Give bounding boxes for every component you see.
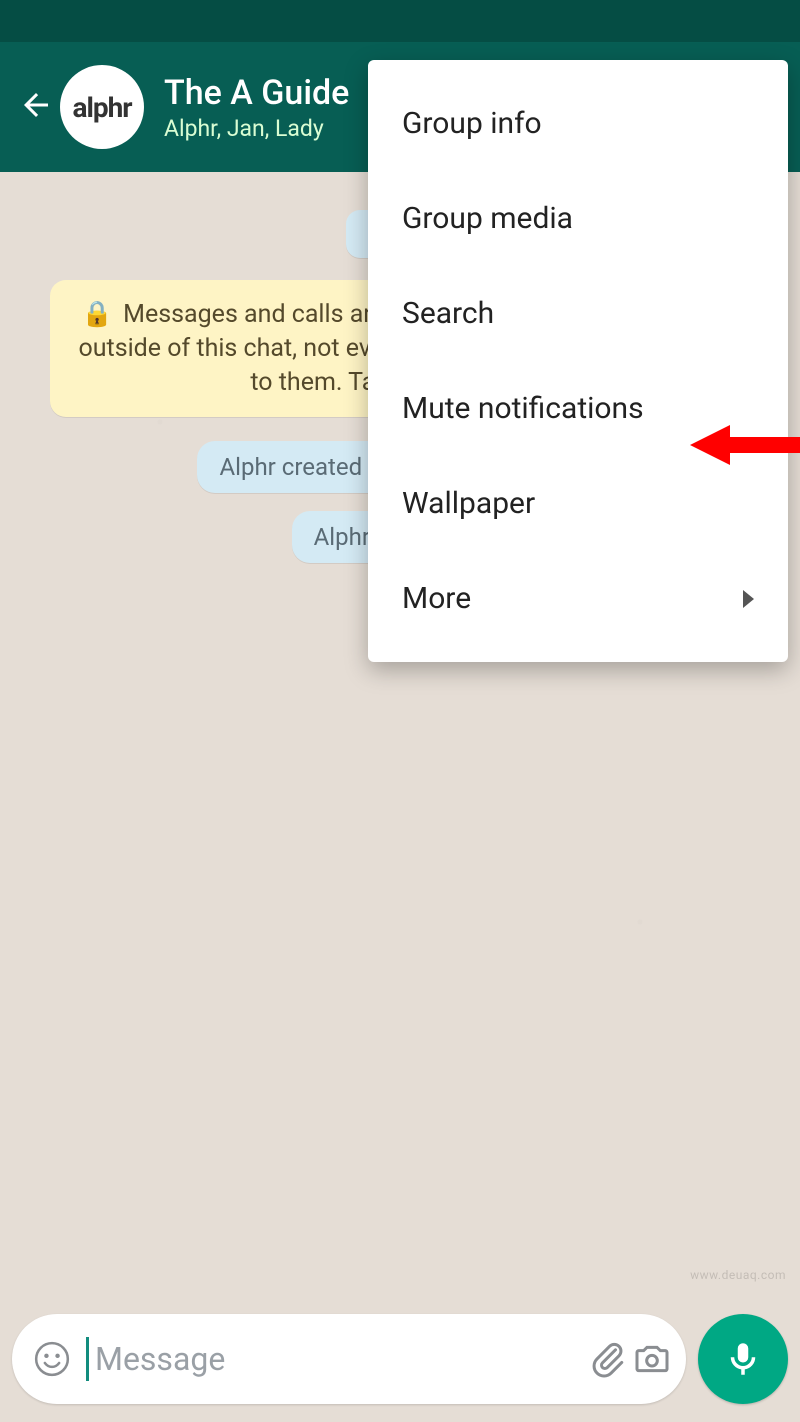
menu-item-label: Group info <box>402 106 542 141</box>
message-input[interactable]: Message <box>86 1337 586 1381</box>
composer-bar: Message <box>12 1314 788 1404</box>
mic-icon <box>722 1338 764 1380</box>
title-block[interactable]: The A Guide Alphr, Jan, Lady <box>164 73 349 142</box>
menu-item-group-info[interactable]: Group info <box>368 76 788 171</box>
voice-record-button[interactable] <box>698 1314 788 1404</box>
overflow-menu: Group info Group media Search Mute notif… <box>368 60 788 662</box>
emoji-icon[interactable] <box>30 1337 74 1381</box>
message-composer[interactable]: Message <box>12 1314 686 1404</box>
menu-item-label: More <box>402 581 471 616</box>
chat-title: The A Guide <box>164 73 349 113</box>
watermark-text: www.deuaq.com <box>690 1268 786 1282</box>
menu-item-label: Mute notifications <box>402 391 644 426</box>
menu-item-search[interactable]: Search <box>368 266 788 361</box>
menu-item-label: Search <box>402 296 494 331</box>
status-bar <box>0 0 800 42</box>
lock-icon: 🔒 <box>82 300 113 329</box>
menu-item-label: Group media <box>402 201 573 236</box>
menu-item-more[interactable]: More <box>368 551 788 646</box>
avatar-text: alphr <box>72 91 131 124</box>
chat-subtitle: Alphr, Jan, Lady <box>164 115 349 142</box>
chevron-right-icon <box>743 590 754 608</box>
annotation-arrow-icon <box>690 420 800 470</box>
menu-item-group-media[interactable]: Group media <box>368 171 788 266</box>
group-avatar[interactable]: alphr <box>60 65 144 149</box>
camera-icon[interactable] <box>630 1337 674 1381</box>
menu-item-wallpaper[interactable]: Wallpaper <box>368 456 788 551</box>
attachment-icon[interactable] <box>586 1337 630 1381</box>
back-icon[interactable] <box>18 87 54 127</box>
menu-item-label: Wallpaper <box>402 486 535 521</box>
